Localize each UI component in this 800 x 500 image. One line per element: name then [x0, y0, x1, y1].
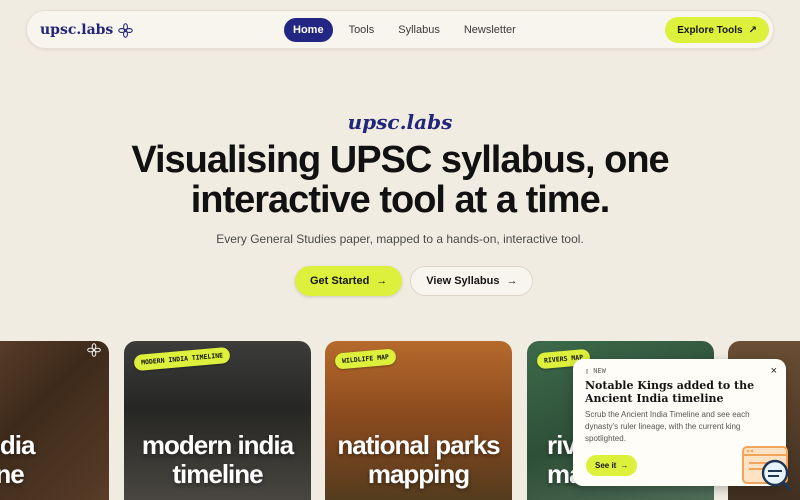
card-tag: WILDLIFE MAP — [334, 348, 397, 370]
arrow-right-icon: → — [506, 275, 518, 287]
nav-tools[interactable]: Tools — [341, 18, 383, 42]
nav-home[interactable]: Home — [284, 18, 333, 42]
popup-title: Notable Kings added to the Ancient India… — [585, 379, 755, 405]
view-syllabus-button[interactable]: View Syllabus → — [410, 266, 534, 296]
headline-line-1: Visualising UPSC syllabus, one — [131, 139, 669, 181]
arrow-right-icon: → — [620, 461, 629, 470]
card-title-line: national parks — [337, 430, 500, 460]
card-title: ent india meline — [0, 431, 79, 489]
hero-brand: upsc.labs — [347, 110, 453, 134]
headline-line-2: interactive tool at a time. — [190, 179, 611, 221]
card-tag: MODERN INDIA TIMELINE — [133, 346, 231, 372]
popup-label-text: NEW — [593, 367, 606, 375]
card-title: national parks mapping — [325, 431, 512, 489]
arrow-right-icon: → — [376, 275, 388, 287]
card-national-parks-mapping[interactable]: WILDLIFE MAP national parks mapping — [325, 341, 512, 500]
hero-subtitle: Every General Studies paper, mapped to a… — [216, 232, 584, 246]
logo[interactable]: upsc.labs — [40, 22, 134, 38]
logo-text: upsc.labs — [40, 22, 114, 38]
card-title-line: ent india — [0, 430, 35, 460]
get-started-label: Get Started — [310, 275, 370, 287]
card-ancient-india-timeline[interactable]: ent india meline — [0, 341, 109, 500]
arrow-up-right-icon: ↗ — [748, 24, 757, 36]
nav-newsletter[interactable]: Newsletter — [456, 18, 524, 42]
card-title-line: mapping — [367, 459, 470, 489]
card-title: modern india timeline — [124, 431, 311, 489]
nav-syllabus[interactable]: Syllabus — [390, 18, 448, 42]
chat-widget-icon[interactable] — [741, 443, 793, 493]
popup-new-label: ▯ NEW — [585, 367, 774, 375]
card-modern-india-timeline[interactable]: MODERN INDIA TIMELINE modern india timel… — [124, 341, 311, 500]
cta-row: Get Started → View Syllabus → — [295, 266, 534, 296]
explore-tools-label: Explore Tools — [677, 24, 743, 36]
popup-body: Scrub the Ancient India Timeline and see… — [585, 410, 750, 443]
hero-headline: Visualising UPSC syllabus, one interacti… — [0, 140, 800, 220]
navbar: upsc.labs Home Tools Syllabus Newsletter… — [26, 10, 774, 49]
see-it-button[interactable]: See it → — [586, 455, 638, 476]
explore-tools-button[interactable]: Explore Tools ↗ — [665, 17, 769, 43]
sparkle-icon: ▯ — [585, 367, 590, 375]
see-it-label: See it — [595, 461, 617, 470]
card-title-line: modern india — [141, 430, 294, 460]
card-title-line: meline — [0, 459, 25, 489]
card-title-line: timeline — [172, 459, 263, 489]
close-icon[interactable]: × — [771, 365, 777, 377]
nav-links: Home Tools Syllabus Newsletter — [284, 18, 532, 42]
flower-icon — [87, 343, 101, 357]
view-syllabus-label: View Syllabus — [426, 275, 500, 287]
flower-icon — [118, 22, 134, 38]
get-started-button[interactable]: Get Started → — [295, 266, 403, 296]
